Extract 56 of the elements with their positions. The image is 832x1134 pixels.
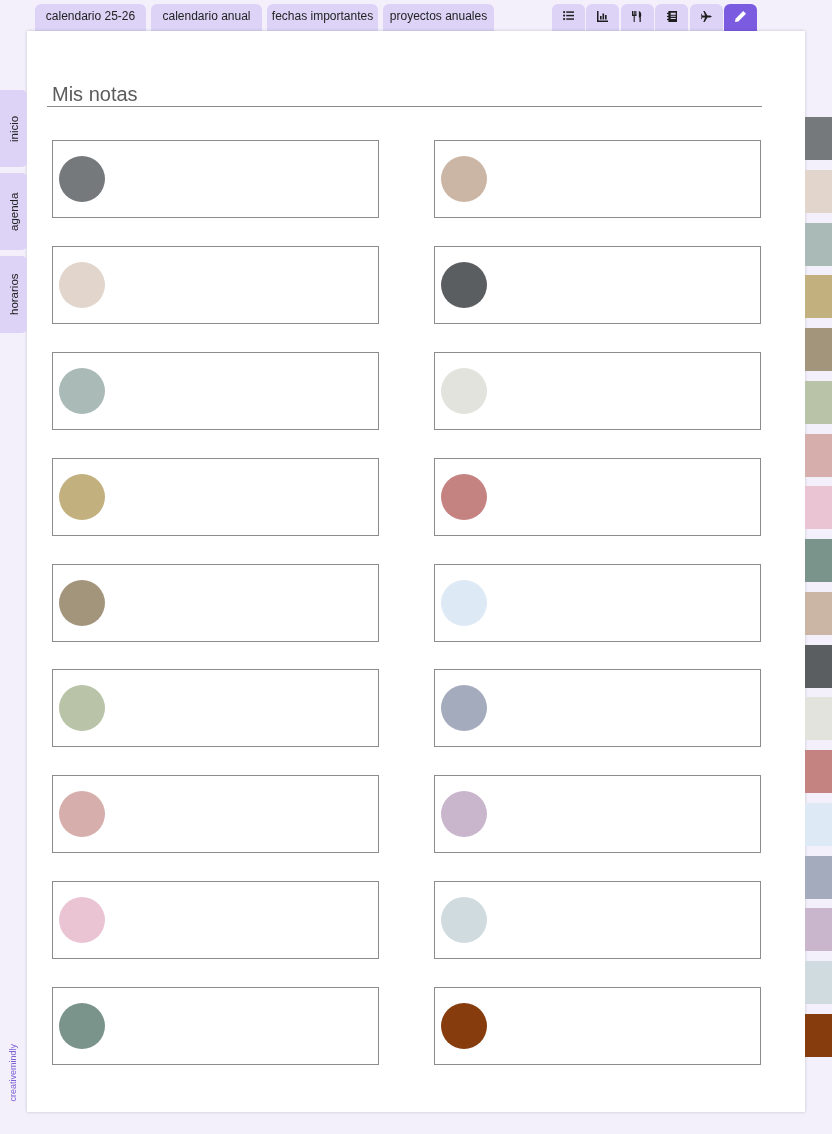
icon-tab[interactable] xyxy=(586,4,620,31)
notebook-icon xyxy=(666,10,677,22)
note-field[interactable] xyxy=(434,881,761,960)
side-tab[interactable]: inicio xyxy=(0,90,27,167)
brand-text: creativemindly xyxy=(7,1044,19,1102)
side-tab[interactable]: agenda xyxy=(0,173,27,250)
icon-tab[interactable] xyxy=(552,4,585,31)
color-tab[interactable] xyxy=(805,275,832,319)
color-tab[interactable] xyxy=(805,802,832,846)
color-tab[interactable] xyxy=(805,169,832,213)
note-field[interactable] xyxy=(434,140,761,218)
color-tab[interactable] xyxy=(805,222,832,266)
note-field[interactable] xyxy=(52,775,379,854)
color-tab[interactable] xyxy=(805,433,832,477)
color-tab[interactable] xyxy=(805,380,832,424)
side-tab[interactable]: horarios xyxy=(0,256,27,333)
color-tab[interactable] xyxy=(805,117,832,160)
note-field[interactable] xyxy=(52,457,379,536)
note-field[interactable] xyxy=(52,987,379,1065)
note-field[interactable] xyxy=(52,245,379,324)
note-field[interactable] xyxy=(52,669,379,748)
color-tab[interactable] xyxy=(805,591,832,635)
note-field[interactable] xyxy=(434,457,761,536)
note-field[interactable] xyxy=(52,351,379,430)
top-tab[interactable]: fechas importantes xyxy=(267,4,378,31)
note-field[interactable] xyxy=(434,987,761,1065)
note-field[interactable] xyxy=(52,563,379,642)
icon-tab[interactable] xyxy=(620,4,654,31)
color-tab[interactable] xyxy=(805,855,832,899)
note-field[interactable] xyxy=(434,245,761,324)
top-tab[interactable]: proyectos anuales xyxy=(383,4,494,31)
note-field[interactable] xyxy=(434,669,761,748)
bar-chart-icon xyxy=(597,10,609,22)
page-title: Mis notas xyxy=(52,82,138,106)
color-tab[interactable] xyxy=(805,486,832,530)
icon-tab[interactable] xyxy=(689,4,723,31)
note-field[interactable] xyxy=(52,881,379,960)
color-tab[interactable] xyxy=(805,961,832,1004)
color-tab[interactable] xyxy=(805,1013,832,1057)
note-field[interactable] xyxy=(434,563,761,642)
note-field[interactable] xyxy=(434,351,761,430)
color-tab[interactable] xyxy=(805,328,832,371)
color-tab[interactable] xyxy=(805,539,832,582)
top-tab[interactable]: calendario anual xyxy=(151,4,262,31)
fork-knife-icon xyxy=(632,10,643,22)
airplane-icon xyxy=(700,10,712,22)
pencil-icon xyxy=(734,10,746,22)
list-icon xyxy=(563,11,574,21)
color-tab[interactable] xyxy=(805,697,832,741)
top-tab[interactable]: calendario 25-26 xyxy=(35,4,146,31)
icon-tab[interactable] xyxy=(655,4,689,31)
color-tab[interactable] xyxy=(805,644,832,688)
note-field[interactable] xyxy=(434,775,761,854)
note-field[interactable] xyxy=(52,140,379,218)
color-tab[interactable] xyxy=(805,750,832,793)
color-tab[interactable] xyxy=(805,908,832,952)
